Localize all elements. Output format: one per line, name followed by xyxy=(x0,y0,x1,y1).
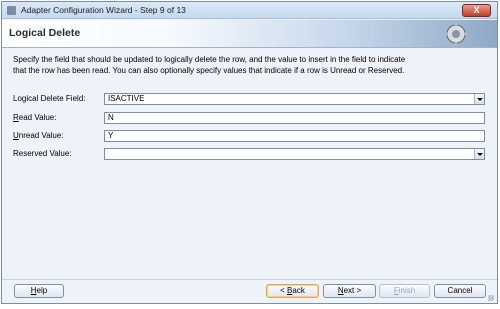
read-value-row: Read Value: N xyxy=(13,112,485,124)
title-bar: Adapter Configuration Wizard - Step 9 of… xyxy=(2,2,497,19)
instructions-line-1: Specify the field that should be updated… xyxy=(13,55,406,64)
app-icon xyxy=(7,6,16,15)
chevron-down-icon[interactable] xyxy=(474,149,484,159)
back-button[interactable]: < Back xyxy=(266,284,319,298)
read-value-label: Read Value: xyxy=(13,113,56,122)
logical-delete-field-value: ISACTIVE xyxy=(108,94,145,103)
back-label: ack xyxy=(292,286,305,295)
logical-delete-field-select[interactable]: ISACTIVE xyxy=(104,93,485,105)
reserved-value-select[interactable] xyxy=(104,148,485,160)
read-value-input[interactable]: N xyxy=(104,112,485,124)
logical-delete-field-label: Logical Delete Field: xyxy=(13,94,86,103)
unread-value-input[interactable]: Y xyxy=(104,130,485,142)
help-label: elp xyxy=(36,286,48,295)
logical-delete-field-row: Logical Delete Field: ISACTIVE xyxy=(13,93,485,105)
instructions-line-2: that the row has been read. You can also… xyxy=(13,66,405,75)
unread-value-label: Unread Value: xyxy=(13,131,64,140)
window-title: Adapter Configuration Wizard - Step 9 of… xyxy=(21,5,186,15)
reserved-value-row: Reserved Value: xyxy=(13,148,485,160)
read-value-label-text: ead Value: xyxy=(18,113,57,122)
chevron-down-icon[interactable] xyxy=(474,94,484,104)
unread-value-row: Unread Value: Y xyxy=(13,130,485,142)
button-bar-divider xyxy=(2,279,497,280)
resize-grip-icon[interactable] xyxy=(488,295,494,301)
finish-label: inish xyxy=(398,286,416,295)
gear-icon xyxy=(444,22,468,46)
help-button[interactable]: Help xyxy=(14,284,64,298)
finish-button[interactable]: Finish xyxy=(379,284,430,298)
next-button[interactable]: Next > xyxy=(323,284,376,298)
unread-value-label-text: nread Value: xyxy=(18,131,64,140)
reserved-value-label: Reserved Value: xyxy=(13,149,72,158)
wizard-window: Adapter Configuration Wizard - Step 9 of… xyxy=(1,1,498,304)
page-title: Logical Delete xyxy=(9,27,81,39)
cancel-button[interactable]: Cancel xyxy=(434,284,486,298)
back-prefix: < xyxy=(280,286,288,295)
page-header: Logical Delete xyxy=(2,20,497,48)
next-label: ext > xyxy=(343,286,362,295)
instructions: Specify the field that should be updated… xyxy=(13,54,491,76)
close-button[interactable]: X xyxy=(462,4,491,17)
